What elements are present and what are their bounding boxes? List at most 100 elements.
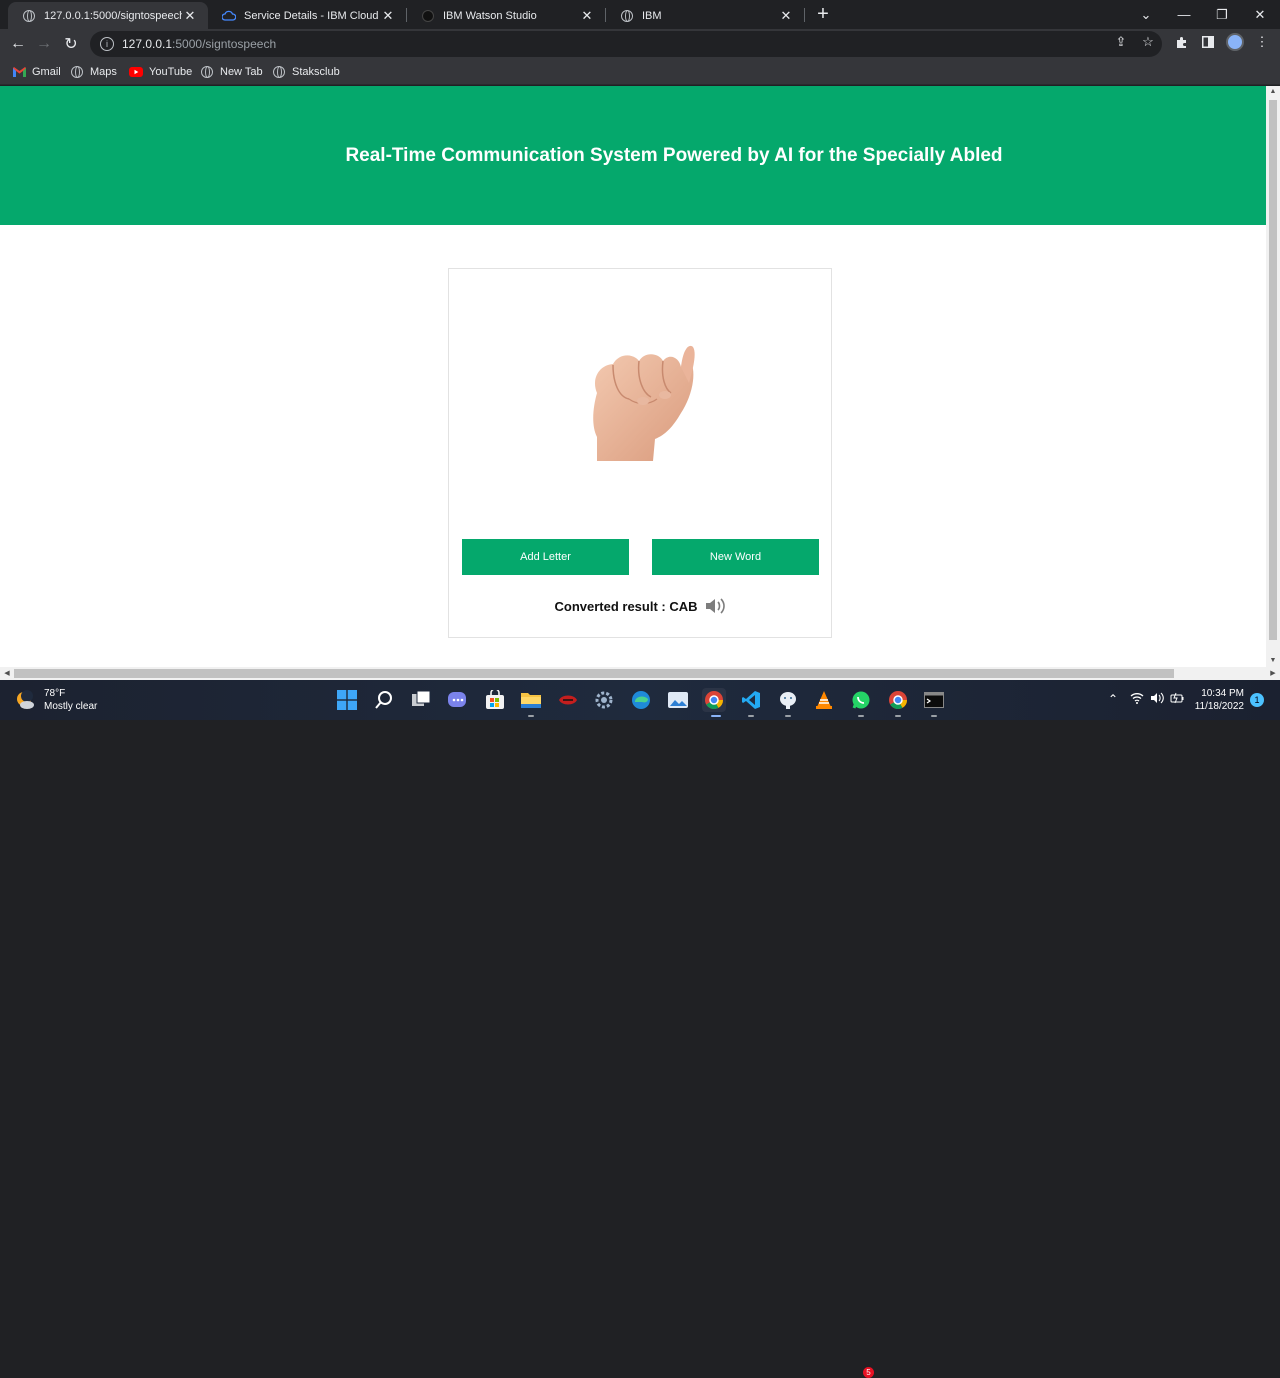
- window-close-icon[interactable]: ✕: [1241, 0, 1279, 29]
- close-icon[interactable]: ✕: [579, 8, 595, 24]
- weather-widget[interactable]: 78°F Mostly clear: [14, 687, 97, 713]
- tab-title: Service Details - IBM Cloud: [244, 9, 379, 22]
- system-clock[interactable]: 10:34 PM 11/18/2022: [1192, 687, 1244, 713]
- extensions-puzzle-icon[interactable]: [1172, 33, 1190, 51]
- clock-time: 10:34 PM: [1201, 688, 1244, 699]
- scroll-right-icon[interactable]: ▶: [1266, 667, 1280, 680]
- bookmark-youtube[interactable]: YouTube: [129, 64, 192, 80]
- url-host: 127.0.0.1: [122, 37, 173, 51]
- tab-ibm[interactable]: IBM ✕: [606, 2, 804, 29]
- browser-toolbar: ← → ↻ i 127.0.0.1:5000/signtospeech ⇪ ☆ …: [0, 29, 1280, 59]
- bookmark-gmail[interactable]: Gmail: [12, 64, 61, 80]
- bookmark-staksclub[interactable]: Staksclub: [272, 64, 340, 80]
- edge-browser-icon[interactable]: [629, 688, 653, 712]
- globe-icon: [70, 65, 84, 79]
- moon-cloud-icon: [17, 690, 34, 709]
- running-indicator: [528, 715, 534, 717]
- settings-gear-icon[interactable]: [592, 688, 616, 712]
- gmail-icon: [12, 65, 26, 79]
- whatsapp-unread-badge: 5: [863, 1367, 874, 1378]
- tab-search-chevron-icon[interactable]: ⌄: [1127, 0, 1165, 29]
- teams-chat-icon[interactable]: [446, 688, 470, 712]
- weather-temp: 78°F: [44, 688, 66, 699]
- new-word-button[interactable]: New Word: [652, 539, 819, 575]
- vscode-icon[interactable]: [739, 688, 763, 712]
- scroll-up-icon[interactable]: ▲: [1266, 86, 1280, 98]
- active-indicator: [711, 715, 721, 717]
- taskbar: 78°F Mostly clear 5 ⌃ 10:34 PM 11/18/202…: [0, 680, 1280, 1378]
- running-indicator: [748, 715, 754, 717]
- add-letter-button[interactable]: Add Letter: [462, 539, 629, 575]
- tab-ibm-cloud[interactable]: Service Details - IBM Cloud ✕: [208, 2, 406, 29]
- chrome-icon[interactable]: [702, 688, 726, 712]
- game-app-icon[interactable]: [556, 688, 580, 712]
- show-hidden-icons-chevron-icon[interactable]: ⌃: [1108, 692, 1118, 706]
- scroll-left-icon[interactable]: ◀: [0, 667, 14, 680]
- result-text: Converted result : CAB: [554, 598, 698, 614]
- terminal-icon[interactable]: [922, 688, 946, 712]
- ibm-cloud-icon: [222, 9, 236, 23]
- vertical-scrollbar[interactable]: ▲ ▼: [1266, 86, 1280, 667]
- reload-icon[interactable]: ↻: [59, 32, 83, 56]
- wifi-icon[interactable]: [1130, 692, 1144, 707]
- header-banner: Real-Time Communication System Powered b…: [0, 86, 1266, 225]
- new-tab-plus-icon[interactable]: +: [812, 4, 834, 26]
- tab-watson-studio[interactable]: IBM Watson Studio ✕: [407, 2, 605, 29]
- tab-divider: [804, 8, 805, 22]
- menu-kebab-icon[interactable]: ⋮: [1253, 33, 1271, 51]
- profile-avatar[interactable]: [1226, 33, 1244, 51]
- back-arrow-icon[interactable]: ←: [6, 32, 30, 56]
- search-icon[interactable]: [372, 688, 396, 712]
- photos-icon[interactable]: [666, 688, 690, 712]
- globe-icon: [22, 9, 36, 23]
- page-title: Real-Time Communication System Powered b…: [345, 144, 1003, 166]
- minimize-icon[interactable]: —: [1165, 0, 1203, 29]
- browser-tab-strip: 127.0.0.1:5000/signtospeech ✕ Service De…: [0, 0, 1280, 29]
- globe-icon: [200, 65, 214, 79]
- side-panel-icon[interactable]: [1199, 33, 1217, 51]
- share-icon[interactable]: ⇪: [1112, 33, 1130, 51]
- converted-result: Converted result : CAB: [449, 597, 831, 615]
- vlc-icon[interactable]: [812, 688, 836, 712]
- bookmark-label: New Tab: [220, 66, 263, 78]
- bookmark-star-icon[interactable]: ☆: [1139, 33, 1157, 51]
- chrome-profile-icon[interactable]: [886, 688, 910, 712]
- youtube-icon: [129, 65, 143, 79]
- volume-icon[interactable]: [1150, 692, 1164, 707]
- site-info-icon[interactable]: i: [100, 37, 114, 51]
- scrollbar-thumb[interactable]: [14, 669, 1174, 678]
- windows-start-icon[interactable]: [335, 688, 359, 712]
- hand-sign-image: [593, 345, 695, 461]
- running-indicator: [785, 715, 791, 717]
- bookmark-label: Staksclub: [292, 66, 340, 78]
- postgres-icon[interactable]: [776, 688, 800, 712]
- close-icon[interactable]: ✕: [778, 8, 794, 24]
- bookmark-label: YouTube: [149, 66, 193, 78]
- close-icon[interactable]: ✕: [182, 8, 198, 24]
- tab-signtospeech[interactable]: 127.0.0.1:5000/signtospeech ✕: [8, 2, 208, 29]
- microsoft-store-icon[interactable]: [483, 688, 507, 712]
- running-indicator: [931, 715, 937, 717]
- forward-arrow-icon[interactable]: →: [32, 32, 56, 56]
- weather-desc: Mostly clear: [44, 701, 98, 712]
- whatsapp-icon[interactable]: [849, 688, 873, 712]
- notification-count-badge[interactable]: 1: [1250, 693, 1264, 707]
- scrollbar-thumb[interactable]: [1269, 100, 1277, 640]
- scroll-down-icon[interactable]: ▼: [1266, 655, 1280, 667]
- tab-title: 127.0.0.1:5000/signtospeech: [44, 9, 182, 22]
- address-bar[interactable]: i 127.0.0.1:5000/signtospeech: [90, 31, 1162, 57]
- bookmark-new-tab[interactable]: New Tab: [200, 64, 263, 80]
- restore-icon[interactable]: ❐: [1203, 0, 1241, 29]
- file-explorer-icon[interactable]: [519, 688, 543, 712]
- horizontal-scrollbar[interactable]: ◀ ▶: [0, 667, 1280, 680]
- battery-icon[interactable]: [1170, 692, 1184, 707]
- close-icon[interactable]: ✕: [380, 8, 396, 24]
- tab-title: IBM Watson Studio: [443, 9, 537, 22]
- task-view-icon[interactable]: [409, 688, 433, 712]
- running-indicator: [895, 715, 901, 717]
- bookmarks-bar: Gmail Maps YouTube New Tab Staksclub: [0, 59, 1280, 85]
- globe-icon: [620, 9, 634, 23]
- tab-title: IBM: [642, 9, 662, 22]
- bookmark-maps[interactable]: Maps: [70, 64, 117, 80]
- speaker-icon[interactable]: [704, 597, 726, 615]
